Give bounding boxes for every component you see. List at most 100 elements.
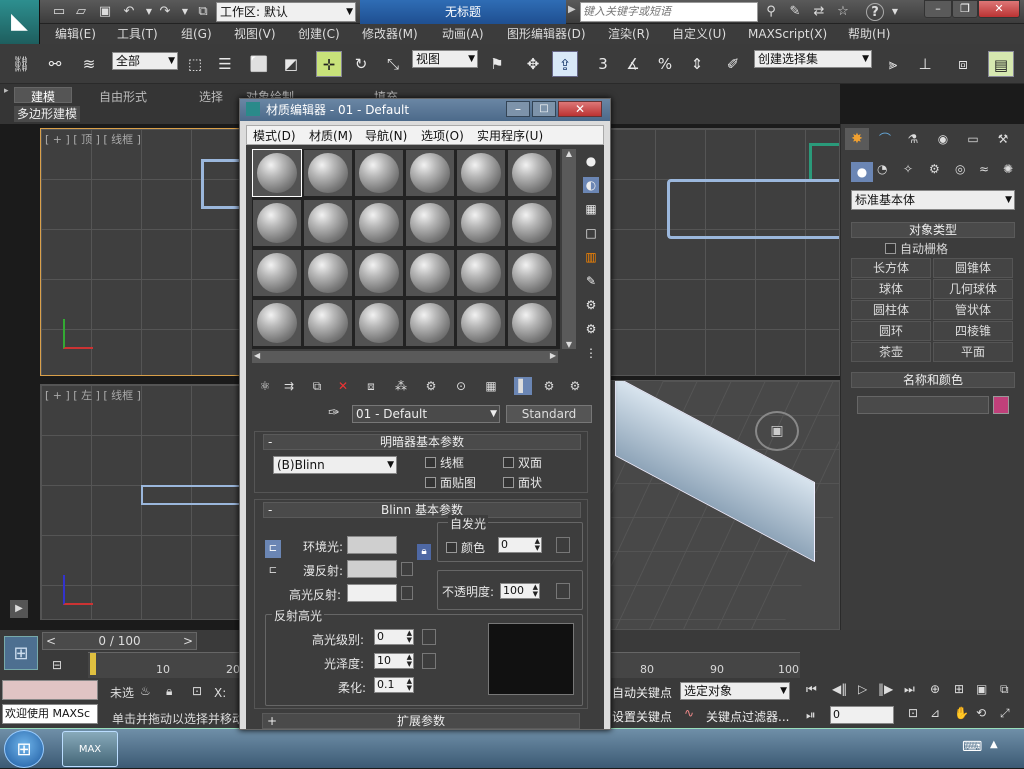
color-lock-left2-icon[interactable]: ⊏ bbox=[265, 562, 281, 580]
cylinder-button[interactable]: 圆柱体 bbox=[851, 300, 931, 320]
glossiness-map-button[interactable] bbox=[422, 653, 436, 669]
pick-material-icon[interactable]: ✑ bbox=[328, 405, 340, 421]
object-color-swatch[interactable] bbox=[993, 396, 1009, 414]
soften-spinner[interactable]: 0.1 ▲ ▼ bbox=[374, 677, 414, 693]
sample-slot[interactable] bbox=[354, 149, 404, 197]
viewport-label[interactable]: [ + ] [ 顶 ] [ 线框 ] bbox=[45, 131, 141, 147]
percent-snap-icon[interactable]: % bbox=[652, 51, 678, 77]
unlink-icon[interactable]: ⚯ bbox=[42, 51, 68, 77]
diffuse-map-button[interactable] bbox=[401, 562, 413, 576]
show-end-result-icon[interactable]: ▌ bbox=[514, 377, 532, 395]
viewport-perspective[interactable]: ▣ bbox=[604, 380, 840, 630]
go-forward-sibling-icon[interactable]: ⚙ bbox=[566, 377, 584, 395]
orbit-icon[interactable]: ⟲ bbox=[976, 706, 986, 720]
opacity-spinner[interactable]: 100 ▲ ▼ bbox=[500, 583, 540, 599]
sample-slot[interactable] bbox=[456, 249, 506, 297]
field-of-view-icon[interactable]: ⊿ bbox=[930, 706, 940, 720]
opacity-map-button[interactable] bbox=[556, 583, 570, 599]
object-name-input[interactable] bbox=[857, 396, 989, 414]
sample-slot[interactable] bbox=[456, 149, 506, 197]
lightbulb-icon[interactable]: ♨ bbox=[140, 684, 151, 698]
sample-slot[interactable] bbox=[405, 299, 455, 347]
video-color-check-icon[interactable]: ▥ bbox=[583, 249, 599, 265]
star-icon[interactable]: ☆ bbox=[834, 3, 852, 21]
self-illum-map-button[interactable] bbox=[556, 537, 570, 553]
prev-frame-icon[interactable]: < bbox=[46, 633, 56, 649]
viewport-label[interactable]: [ + ] [ 左 ] [ 线框 ] bbox=[45, 387, 141, 403]
systems-icon[interactable]: ✺ bbox=[1003, 162, 1013, 176]
menu-maxscript[interactable]: MAXScript(X) bbox=[748, 24, 827, 44]
modify-tab-icon[interactable]: ⌒ bbox=[873, 128, 897, 150]
teapot-button[interactable]: 茶壶 bbox=[851, 342, 931, 362]
sample-slot[interactable] bbox=[507, 249, 557, 297]
tube-button[interactable]: 管状体 bbox=[933, 300, 1013, 320]
time-slider[interactable]: < 0 / 100 > bbox=[42, 632, 197, 650]
spinner-snap-icon[interactable]: ⇕ bbox=[684, 51, 710, 77]
face-map-checkbox[interactable]: 面贴图 bbox=[425, 474, 476, 491]
uv-tiling-icon[interactable]: □ bbox=[583, 225, 599, 241]
spinner-arrows-icon[interactable]: ▲ ▼ bbox=[407, 654, 412, 668]
geometry-icon[interactable]: ● bbox=[851, 162, 873, 182]
next-key-icon[interactable]: ‖▶ bbox=[878, 682, 893, 696]
scroll-up-icon[interactable]: ▲ bbox=[562, 149, 576, 158]
sample-slot[interactable] bbox=[405, 199, 455, 247]
prev-key-icon[interactable]: ◀‖ bbox=[832, 682, 847, 696]
tab-freeform[interactable]: 自由形式 bbox=[99, 88, 147, 104]
reference-coord-dropdown[interactable]: 视图 ▼ bbox=[412, 50, 478, 68]
sample-slot[interactable] bbox=[354, 299, 404, 347]
spinner-arrows-icon[interactable]: ▲ ▼ bbox=[407, 630, 412, 644]
menu-edit[interactable]: 编辑(E) bbox=[55, 24, 96, 44]
taskbar-app-max[interactable]: MAX bbox=[62, 731, 118, 767]
selection-filter-dropdown[interactable]: 全部 ▼ bbox=[112, 52, 178, 70]
material-id-icon[interactable]: ⊙ bbox=[452, 377, 470, 395]
me-menu-options[interactable]: 选项(O) bbox=[421, 127, 464, 144]
get-material-icon[interactable]: ⚛ bbox=[256, 377, 274, 395]
align-icon[interactable]: ⊥ bbox=[912, 51, 938, 77]
sample-slot[interactable] bbox=[507, 199, 557, 247]
goto-start-icon[interactable]: ⏮ bbox=[806, 682, 817, 697]
motion-tab-icon[interactable]: ◉ bbox=[931, 128, 955, 150]
material-nav-icon[interactable]: ⋮ bbox=[583, 345, 599, 361]
reset-map-icon[interactable]: ✕ bbox=[334, 377, 352, 395]
sample-slot[interactable] bbox=[405, 249, 455, 297]
torus-button[interactable]: 圆环 bbox=[851, 321, 931, 341]
sample-slot[interactable] bbox=[354, 199, 404, 247]
specular-map-button[interactable] bbox=[401, 586, 413, 600]
viewport-layout-icon[interactable]: ⊞ bbox=[4, 636, 38, 670]
slots-hscroll[interactable]: ◀ ▶ bbox=[252, 351, 558, 363]
bind-spacewarp-icon[interactable]: ≋ bbox=[76, 51, 102, 77]
time-cursor[interactable] bbox=[90, 653, 96, 675]
sample-type-icon[interactable]: ● bbox=[583, 153, 599, 169]
me-minimize-button[interactable]: – bbox=[506, 101, 530, 117]
sample-slot[interactable] bbox=[405, 149, 455, 197]
background-icon[interactable]: ▦ bbox=[583, 201, 599, 217]
make-unique-icon[interactable]: ⁂ bbox=[392, 377, 410, 395]
assign-material-icon[interactable]: ⧉ bbox=[308, 377, 326, 395]
spinner-arrows-icon[interactable]: ▲ ▼ bbox=[407, 678, 412, 692]
sample-slot[interactable] bbox=[303, 199, 353, 247]
spacewarps-icon[interactable]: ≈ bbox=[979, 162, 989, 176]
sample-slot[interactable] bbox=[303, 249, 353, 297]
workspace-dropdown[interactable]: 工作区: 默认 ▼ bbox=[216, 2, 356, 22]
shader-type-dropdown[interactable]: (B)Blinn ▼ bbox=[273, 456, 397, 474]
select-by-name-icon[interactable]: ☰ bbox=[212, 51, 238, 77]
scroll-left-icon[interactable]: ◀ bbox=[254, 351, 260, 360]
faceted-checkbox[interactable]: 面状 bbox=[503, 474, 542, 491]
geosphere-button[interactable]: 几何球体 bbox=[933, 279, 1013, 299]
shapes-icon[interactable]: ◔ bbox=[877, 162, 887, 176]
scale-icon[interactable]: ⤡ bbox=[380, 51, 406, 77]
wrench-icon[interactable]: ✎ bbox=[786, 3, 804, 21]
cone-button[interactable]: 圆锥体 bbox=[933, 258, 1013, 278]
viewcube-icon[interactable]: ▣ bbox=[755, 411, 799, 451]
options-icon[interactable]: ⚙ bbox=[583, 297, 599, 313]
sphere-button[interactable]: 球体 bbox=[851, 279, 931, 299]
me-maximize-button[interactable]: □ bbox=[532, 101, 556, 117]
two-sided-checkbox[interactable]: 双面 bbox=[503, 454, 542, 471]
tray-arrow-icon[interactable]: ▲ bbox=[990, 739, 998, 750]
welcome-box[interactable]: 欢迎使用 MAXSc bbox=[2, 704, 98, 724]
helpers-icon[interactable]: ◎ bbox=[955, 162, 965, 176]
spec-level-map-button[interactable] bbox=[422, 629, 436, 645]
key-filters-button[interactable]: 关键点过滤器... bbox=[706, 708, 789, 725]
slots-vscroll[interactable]: ▲ ▼ bbox=[562, 149, 576, 349]
save-icon[interactable]: ▣ bbox=[96, 3, 114, 21]
